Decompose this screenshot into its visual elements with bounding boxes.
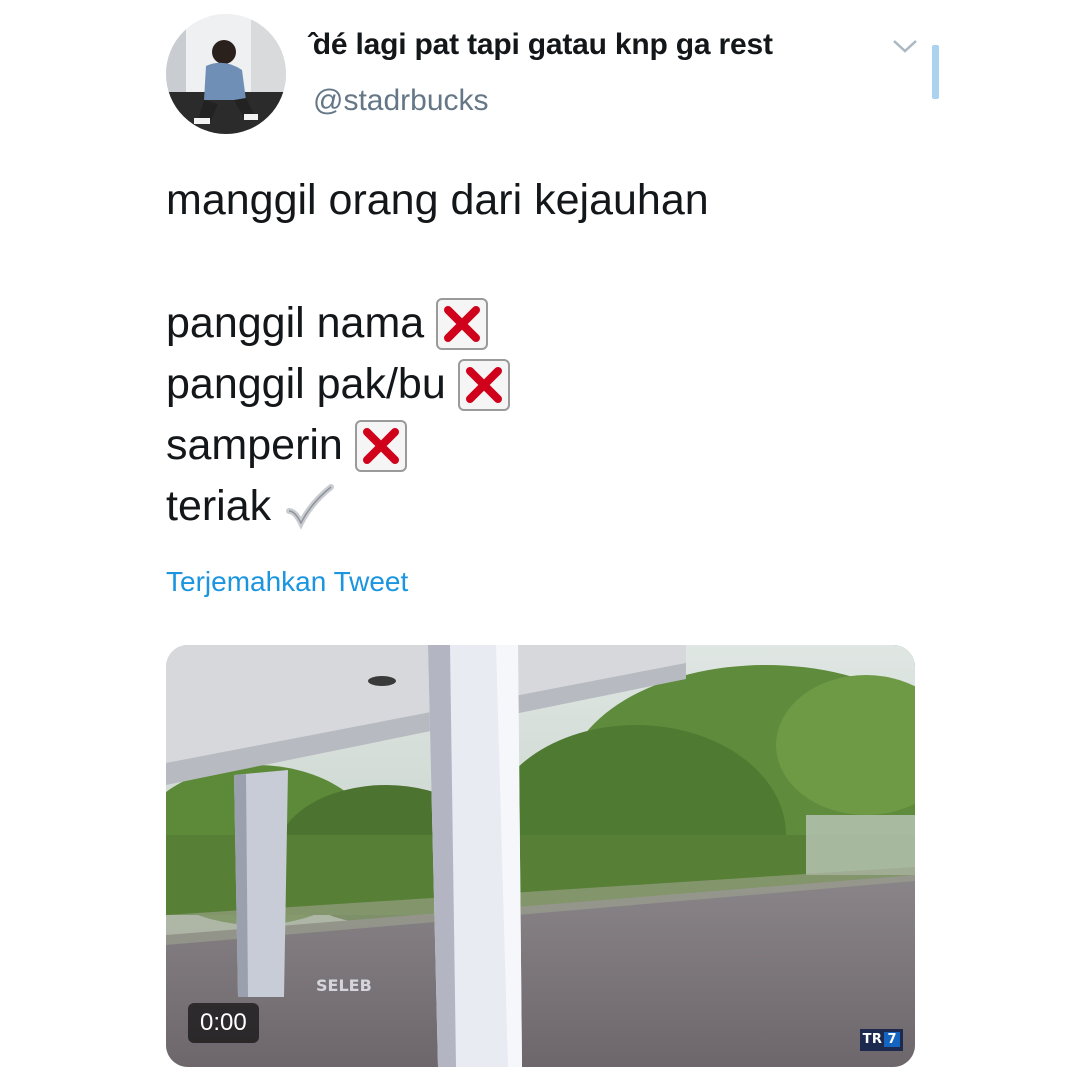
cross-mark-icon: [457, 358, 510, 411]
author-display-name[interactable]: ̂dé lagi pat tapi gatau knp ga rest: [313, 28, 773, 62]
tweet-text: manggil orang dari kejauhan panggil nama…: [166, 170, 709, 537]
chevron-down-icon: [893, 40, 917, 53]
video-player[interactable]: SELEB 0:00 TR 7: [166, 645, 915, 1067]
translate-tweet-link[interactable]: Terjemahkan Tweet: [166, 566, 408, 598]
author-handle[interactable]: @stadrbucks: [313, 84, 489, 118]
tweet-line: manggil orang dari kejauhan: [166, 170, 709, 231]
video-watermark: SELEB: [316, 976, 372, 995]
channel-logo: TR 7: [859, 1029, 903, 1051]
avatar[interactable]: [166, 14, 286, 134]
user-avatar-image: [166, 14, 286, 134]
video-thumbnail: SELEB: [166, 645, 915, 1067]
tweet-line-text: teriak: [166, 482, 272, 530]
tweet-line-text: panggil nama: [166, 299, 425, 347]
tweet-line: panggil pak/bu: [166, 354, 709, 415]
tweet-menu-button[interactable]: [890, 34, 920, 58]
cross-mark-icon: [354, 419, 407, 472]
channel-logo-number: 7: [884, 1032, 900, 1047]
tweet-line: teriak: [166, 476, 709, 537]
scroll-indicator: [932, 45, 939, 99]
video-duration-badge: 0:00: [188, 1003, 259, 1043]
check-mark-icon: [286, 483, 335, 530]
tweet-line-text: panggil pak/bu: [166, 360, 446, 408]
cross-mark-icon: [436, 297, 489, 350]
tweet-line-text: manggil orang dari kejauhan: [166, 176, 709, 224]
channel-logo-text: TR: [862, 1032, 883, 1047]
tweet-line: samperin: [166, 415, 709, 476]
tweet-line-text: samperin: [166, 421, 343, 469]
tweet-line: panggil nama: [166, 293, 709, 354]
